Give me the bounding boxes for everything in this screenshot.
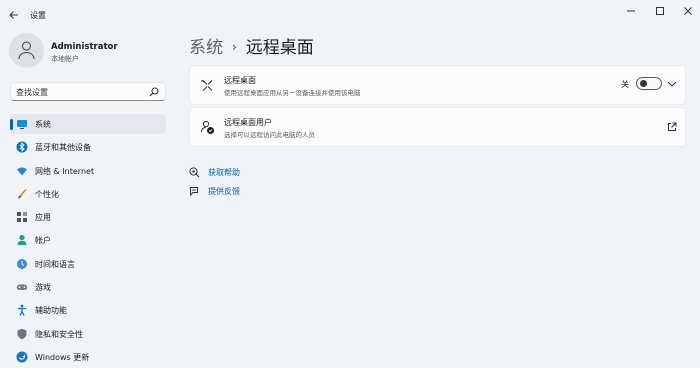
search-box[interactable] — [10, 82, 166, 101]
display-icon — [16, 118, 28, 130]
update-icon — [16, 351, 28, 363]
avatar[interactable] — [9, 33, 44, 68]
help-icon — [189, 167, 200, 178]
feedback-icon — [189, 186, 200, 197]
page-title: 远程桌面 — [245, 38, 314, 58]
sidebar-item-network[interactable]: 网络 & Internet — [10, 161, 166, 181]
wifi-icon — [16, 165, 28, 177]
remote-users-card[interactable]: 远程桌面用户 选择可以远程访问此电脑的人员 — [189, 107, 686, 147]
sidebar-item-label: 时间和语言 — [35, 260, 75, 269]
bluetooth-icon — [16, 141, 28, 153]
breadcrumb: 系统 › 远程桌面 — [189, 33, 314, 58]
sidebar-item-label: 网络 & Internet — [35, 167, 95, 176]
sidebar-item-gaming[interactable]: 游戏 — [10, 277, 166, 297]
active-indicator — [10, 119, 13, 130]
sidebar-item-windows-update[interactable]: Windows 更新 — [10, 347, 166, 367]
sidebar-item-label: 蓝牙和其他设备 — [35, 143, 91, 152]
breadcrumb-parent[interactable]: 系统 — [189, 38, 223, 58]
brush-icon — [16, 188, 28, 200]
sidebar-item-label: 应用 — [35, 213, 51, 222]
gamepad-icon — [16, 281, 28, 293]
breadcrumb-separator: › — [232, 40, 237, 54]
sidebar-item-system[interactable]: 系统 — [10, 114, 166, 134]
app-title: 设置 — [30, 11, 46, 20]
title-bar: 设置 — [0, 0, 700, 30]
feedback-label[interactable]: 提供反馈 — [208, 186, 240, 197]
person-icon — [18, 41, 35, 60]
apps-icon — [16, 211, 28, 223]
sidebar-item-label: 隐私和安全性 — [35, 330, 83, 339]
sidebar-item-personalization[interactable]: 个性化 — [10, 184, 166, 204]
sidebar-item-label: 个性化 — [35, 190, 59, 199]
account-type: 本地帐户 — [51, 55, 79, 63]
sidebar-item-bluetooth[interactable]: 蓝牙和其他设备 — [10, 137, 166, 157]
external-link-icon[interactable] — [667, 122, 677, 132]
sidebar-item-label: 辅助功能 — [35, 306, 67, 315]
chevron-down-icon[interactable] — [667, 80, 677, 88]
search-input[interactable] — [16, 85, 146, 99]
remote-desktop-card[interactable]: 远程桌面 使用远程桌面应用从另一设备连接并使用该电脑 关 — [189, 65, 686, 105]
users-icon — [200, 120, 215, 135]
user-name: Administrator — [51, 42, 118, 52]
back-arrow-icon[interactable] — [6, 7, 22, 23]
remote-desktop-title: 远程桌面 — [224, 76, 256, 85]
person-icon — [16, 234, 28, 246]
sidebar-item-label: 系统 — [35, 120, 51, 129]
remote-desktop-icon — [200, 78, 215, 93]
get-help-label[interactable]: 获取帮助 — [208, 167, 240, 178]
sidebar-item-label: 游戏 — [35, 283, 51, 292]
close-icon[interactable] — [677, 3, 699, 17]
sidebar-item-time-language[interactable]: 时间和语言 — [10, 254, 166, 274]
remote-desktop-description: 使用远程桌面应用从另一设备连接并使用该电脑 — [224, 89, 361, 97]
accessibility-icon — [16, 304, 28, 316]
remote-users-title: 远程桌面用户 — [224, 118, 272, 127]
minimize-icon[interactable] — [620, 3, 642, 17]
sidebar-item-apps[interactable]: 应用 — [10, 207, 166, 227]
toggle-state-label: 关 — [621, 80, 629, 89]
remote-users-description: 选择可以远程访问此电脑的人员 — [224, 131, 315, 139]
sidebar-item-privacy[interactable]: 隐私和安全性 — [10, 324, 166, 344]
toggle-knob — [640, 80, 647, 87]
shield-icon — [16, 328, 28, 340]
search-icon[interactable] — [149, 87, 159, 97]
sidebar-item-label: 帐户 — [35, 236, 51, 245]
maximize-icon[interactable] — [649, 3, 671, 17]
globe-clock-icon — [16, 258, 28, 270]
sidebar-item-accessibility[interactable]: 辅助功能 — [10, 300, 166, 320]
sidebar-item-accounts[interactable]: 帐户 — [10, 230, 166, 250]
sidebar-item-label: Windows 更新 — [35, 353, 90, 362]
remote-desktop-toggle[interactable] — [636, 77, 662, 90]
